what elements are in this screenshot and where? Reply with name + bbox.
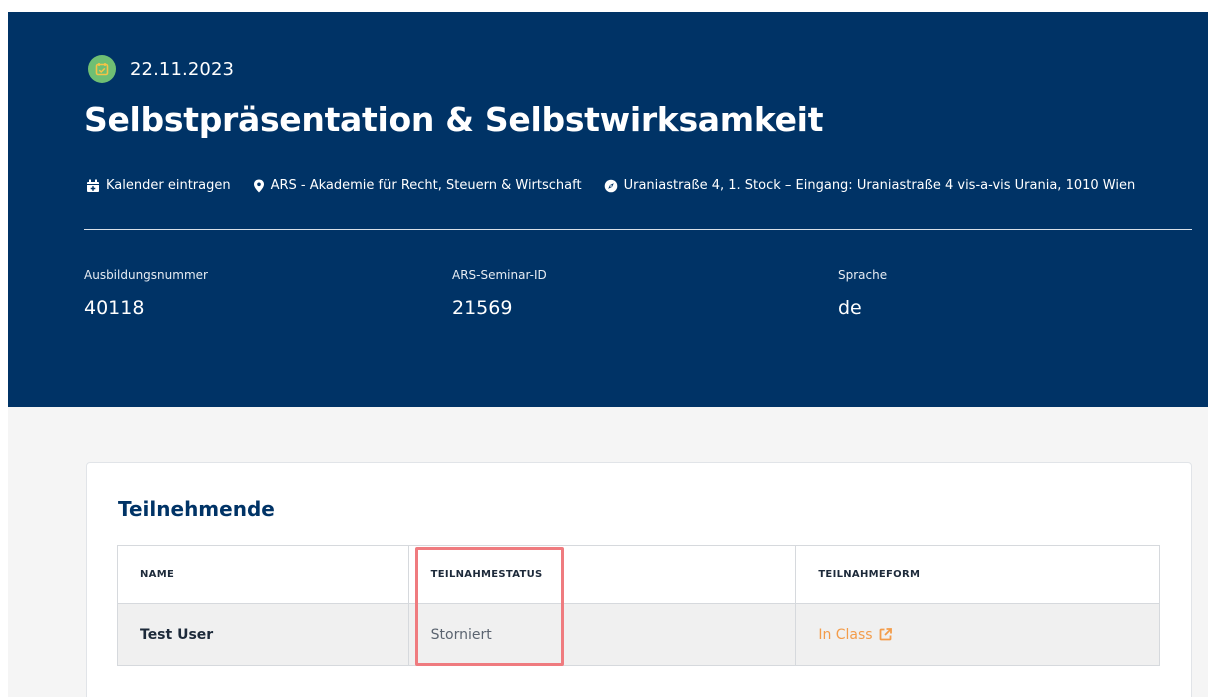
info-label: Ausbildungsnummer [84,268,208,282]
in-class-link[interactable]: In Class [818,626,892,643]
header-divider [84,229,1192,230]
event-title: Selbstpräsentation & Selbstwirksamkeit [84,100,824,139]
event-organizer: ARS - Akademie für Recht, Steuern & Wirt… [253,178,582,193]
event-header: 22.11.2023 Selbstpräsentation & Selbstwi… [8,12,1208,407]
participant-name: Test User [117,603,409,666]
calendar-plus-icon [87,179,99,192]
address-label: Uraniastraße 4, 1. Stock – Eingang: Uran… [623,178,1136,193]
event-date-row: 22.11.2023 [88,55,234,83]
participants-title: Teilnehmende [118,497,275,521]
participation-status: Storniert [407,603,797,666]
event-date: 22.11.2023 [130,58,235,80]
map-pin-icon [253,179,264,192]
info-label: Sprache [838,268,888,282]
add-to-calendar-label: Kalender eintragen [106,178,231,193]
participation-form-cell: In Class [795,603,1160,666]
table-header-row: NAME TEILNAHMESTATUS TEILNAHMEFORM [117,545,1160,604]
info-label: ARS-Seminar-ID [452,268,547,282]
info-ausbildungsnummer: Ausbildungsnummer 40118 [84,268,208,319]
info-value: 21569 [452,297,513,319]
calendar-check-icon [88,55,116,83]
in-class-label: In Class [818,626,873,643]
external-link-icon [879,628,892,641]
participants-card: Teilnehmende NAME TEILNAHMESTATUS TEILNA… [86,462,1192,697]
info-seminar-id: ARS-Seminar-ID 21569 [452,268,547,319]
info-sprache: Sprache de [838,268,887,319]
column-header-form: TEILNAHMEFORM [795,545,1160,604]
info-value: de [838,297,862,319]
compass-icon [604,179,617,192]
event-meta: Kalender eintragen ARS - Akademie für Re… [86,178,1135,193]
column-header-name: NAME [117,545,409,604]
add-to-calendar-link[interactable]: Kalender eintragen [86,178,231,193]
table-row: Test User Storniert In Class [117,603,1160,666]
column-header-status: TEILNAHMESTATUS [407,545,797,604]
info-value: 40118 [84,297,145,319]
participants-table: NAME TEILNAHMESTATUS TEILNAHMEFORM Test … [117,545,1160,666]
event-address: Uraniastraße 4, 1. Stock – Eingang: Uran… [604,178,1136,193]
organizer-label: ARS - Akademie für Recht, Steuern & Wirt… [270,178,582,193]
